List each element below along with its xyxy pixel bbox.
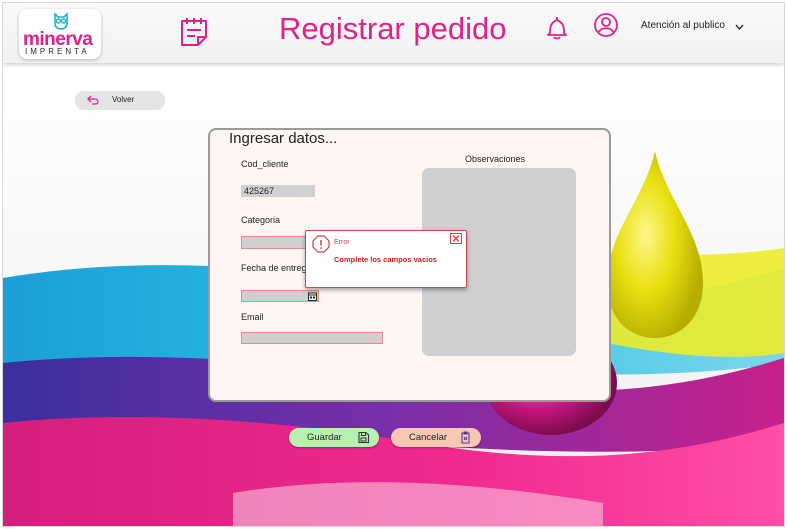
- form-title: Ingresar datos...: [229, 130, 338, 147]
- back-button[interactable]: Volver: [75, 91, 165, 110]
- user-role-label[interactable]: Atención al publico: [641, 20, 725, 31]
- cod-cliente-field[interactable]: 425267: [241, 185, 315, 197]
- warning-icon: [312, 235, 330, 253]
- top-bar: minerva IMPRENTA Registrar pedido Atenci…: [3, 3, 784, 63]
- chevron-down-icon[interactable]: [735, 24, 744, 30]
- notes-icon[interactable]: [176, 15, 212, 49]
- email-field[interactable]: [241, 332, 383, 344]
- save-icon: [358, 431, 370, 444]
- observaciones-label: Observaciones: [465, 154, 526, 164]
- cod-cliente-label: Cod_cliente: [241, 159, 289, 169]
- bell-icon[interactable]: [545, 14, 569, 40]
- categoria-field[interactable]: [241, 236, 313, 249]
- logo-subtitle: IMPRENTA: [25, 47, 90, 56]
- categoria-label: Categoria: [241, 215, 281, 225]
- cancel-button[interactable]: Cancelar: [391, 428, 481, 447]
- cancel-button-label: Cancelar: [409, 432, 448, 443]
- fecha-entrega-label: Fecha de entrega: [241, 263, 312, 273]
- brand-logo[interactable]: minerva IMPRENTA: [19, 9, 101, 59]
- back-arrow-icon: [87, 95, 99, 105]
- cod-cliente-value: 425267: [244, 186, 275, 196]
- close-icon[interactable]: [450, 233, 462, 244]
- error-title: Error: [334, 239, 350, 246]
- fecha-entrega-field[interactable]: [241, 290, 319, 302]
- error-message: Complete los campos vacios: [334, 255, 437, 264]
- user-icon[interactable]: [593, 12, 619, 38]
- error-dialog: Error Complete los campos vacios: [305, 230, 467, 288]
- back-button-label: Volver: [112, 95, 135, 104]
- calendar-icon[interactable]: [308, 292, 317, 301]
- owl-logo-icon: [54, 12, 68, 30]
- email-label: Email: [241, 312, 264, 322]
- cancel-icon: [461, 431, 470, 444]
- save-button[interactable]: Guardar: [289, 428, 379, 447]
- save-button-label: Guardar: [307, 432, 342, 443]
- app-window: minerva IMPRENTA Registrar pedido Atenci…: [2, 2, 785, 527]
- page-title: Registrar pedido: [279, 11, 507, 46]
